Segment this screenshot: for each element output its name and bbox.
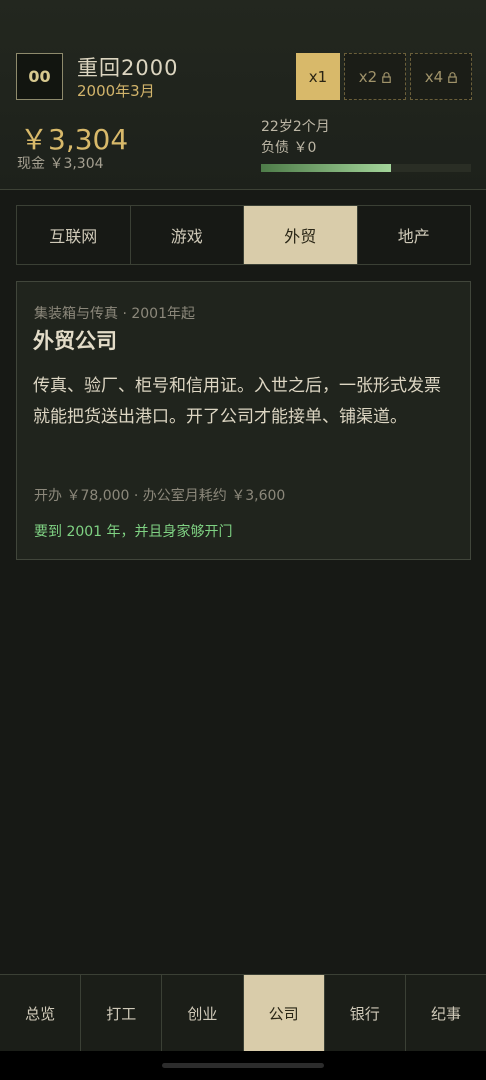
speed-x2-label: x2 [358, 67, 378, 86]
company-category-tabs: 互联网 游戏 外贸 地产 [16, 205, 471, 265]
speed-x1-button[interactable]: x1 [296, 53, 340, 100]
tab-games[interactable]: 游戏 [131, 206, 244, 264]
nav-work[interactable]: 打工 [81, 975, 163, 1051]
game-title: 重回2000 [77, 56, 179, 80]
header: 00 重回2000 2000年3月 x1 x2 x4 ￥3,304 现金 ￥3,… [0, 0, 486, 190]
tab-foreign-trade[interactable]: 外贸 [244, 206, 358, 264]
home-indicator[interactable] [162, 1063, 324, 1068]
speed-x2-button[interactable]: x2 [344, 53, 406, 100]
money-display: ￥3,304 [20, 123, 129, 156]
company-card: 集装箱与传真 · 2001年起 外贸公司 传真、验厂、柜号和信用证。入世之后，一… [16, 281, 471, 560]
company-card-description: 传真、验厂、柜号和信用证。入世之后，一张形式发票就能把货送出港口。开了公司才能接… [33, 376, 441, 427]
nav-bank[interactable]: 银行 [325, 975, 406, 1051]
company-card-requirement: 要到 2001 年，并且身家够开门 [34, 524, 233, 540]
debt-display: 负债 ￥0 [261, 140, 317, 156]
app-logo: 00 [16, 53, 63, 100]
lock-icon [448, 72, 458, 83]
progress-bar-fill [261, 164, 392, 172]
company-card-title: 外贸公司 [33, 329, 117, 353]
tab-internet[interactable]: 互联网 [17, 206, 131, 264]
speed-x4-button[interactable]: x4 [410, 53, 472, 100]
nav-startup[interactable]: 创业 [162, 975, 244, 1051]
progress-bar [261, 164, 471, 172]
speed-x4-label: x4 [424, 67, 444, 86]
nav-chronicle[interactable]: 纪事 [406, 975, 486, 1051]
speed-x1-label: x1 [308, 67, 328, 86]
company-card-cost: 开办 ￥78,000 · 办公室月耗约 ￥3,600 [34, 488, 286, 504]
age-display: 22岁2个月 [261, 119, 330, 135]
game-date: 2000年3月 [77, 82, 155, 100]
lock-icon [382, 72, 392, 83]
company-card-subtitle: 集装箱与传真 · 2001年起 [34, 306, 195, 322]
nav-company[interactable]: 公司 [243, 975, 325, 1051]
nav-overview[interactable]: 总览 [0, 975, 82, 1051]
tab-real-estate[interactable]: 地产 [358, 206, 471, 264]
cash-display: 现金 ￥3,304 [17, 156, 104, 172]
bottom-nav: 总览 打工 创业 公司 银行 纪事 [0, 974, 486, 1051]
